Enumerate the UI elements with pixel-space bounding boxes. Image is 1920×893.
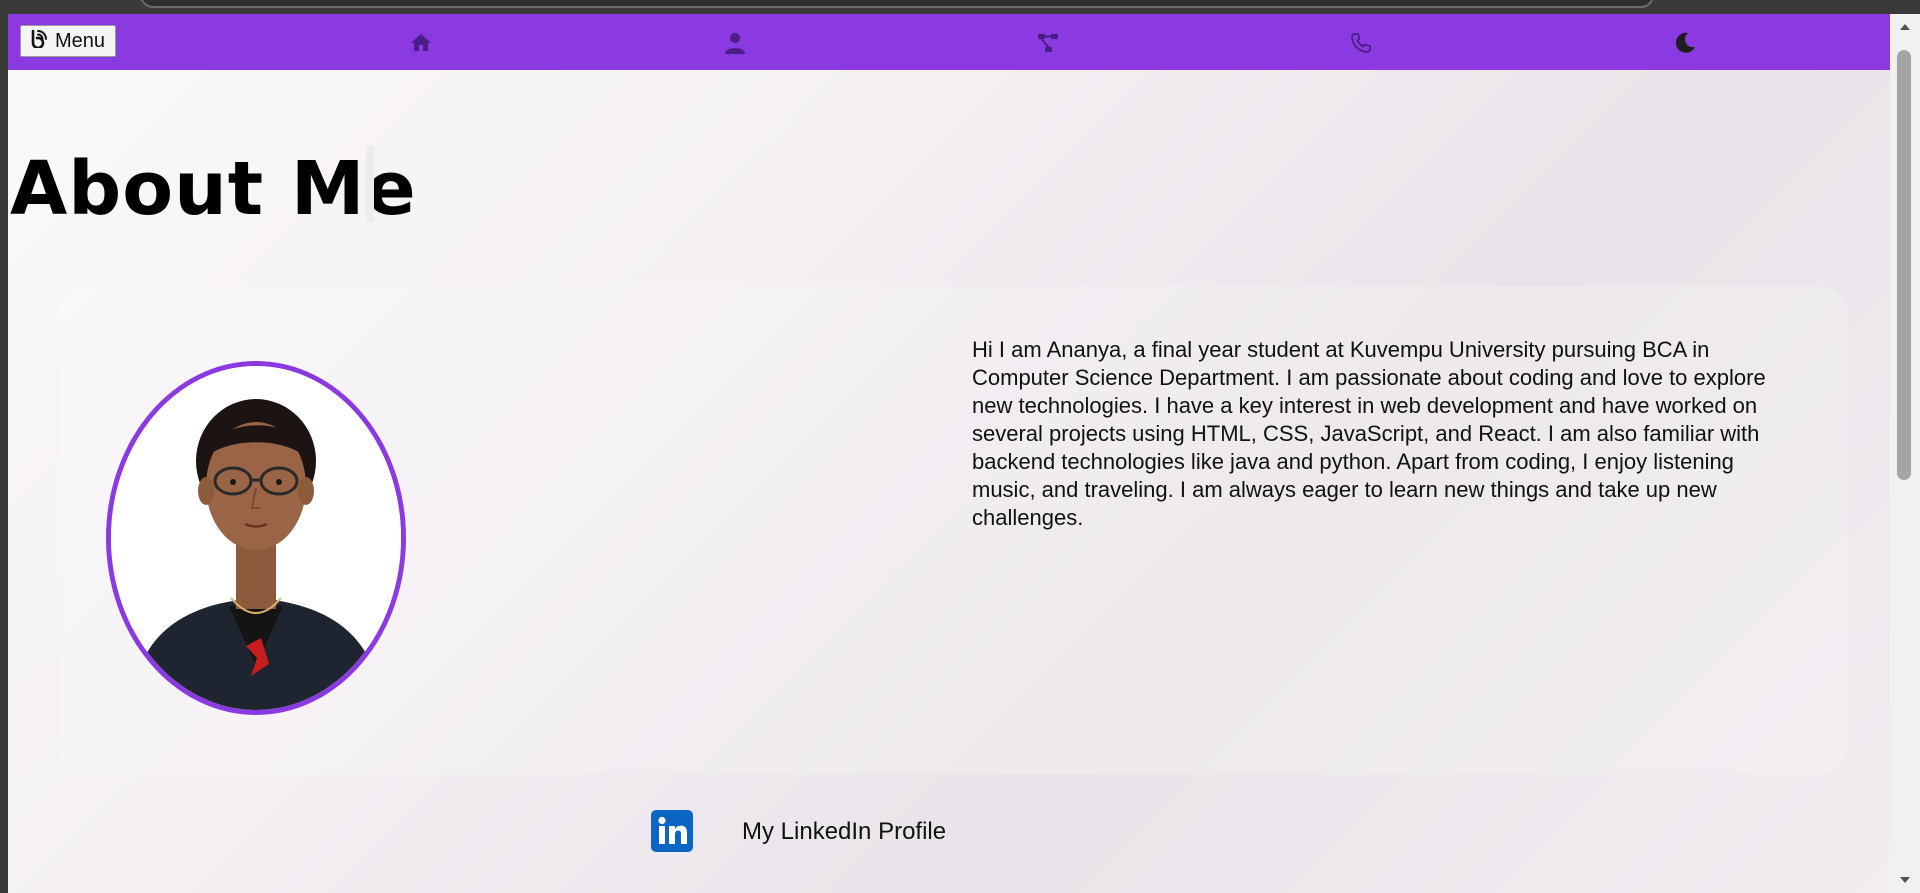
address-bar[interactable] bbox=[140, 0, 1654, 8]
menu-button-label: Menu bbox=[55, 29, 106, 52]
vertical-scrollbar[interactable] bbox=[1890, 14, 1920, 893]
typing-caret bbox=[366, 146, 374, 222]
moon-icon[interactable] bbox=[1672, 30, 1698, 56]
linkedin-profile-link[interactable]: My LinkedIn Profile bbox=[742, 818, 946, 846]
page: Menu About Me Hi I am Ananya, a final ye… bbox=[8, 14, 1890, 893]
sitemap-icon[interactable] bbox=[1035, 30, 1061, 56]
user-icon[interactable] bbox=[722, 30, 748, 56]
phone-icon[interactable] bbox=[1348, 30, 1374, 56]
linkedin-icon[interactable] bbox=[651, 810, 693, 852]
browser-top-bar bbox=[0, 0, 1920, 14]
about-bio: Hi I am Ananya, a final year student at … bbox=[972, 337, 1766, 530]
menu-button[interactable]: Menu bbox=[20, 25, 117, 57]
profile-photo-illustration bbox=[111, 366, 401, 710]
scrollbar-thumb[interactable] bbox=[1897, 50, 1911, 480]
page-title: About Me bbox=[10, 146, 417, 232]
navbar: Menu bbox=[8, 14, 1890, 70]
home-icon[interactable] bbox=[408, 30, 434, 56]
scroll-up-arrow-icon[interactable] bbox=[1890, 16, 1920, 38]
menu-logo-icon bbox=[29, 28, 49, 54]
scroll-down-arrow-icon[interactable] bbox=[1890, 869, 1920, 891]
profile-photo bbox=[106, 361, 406, 715]
